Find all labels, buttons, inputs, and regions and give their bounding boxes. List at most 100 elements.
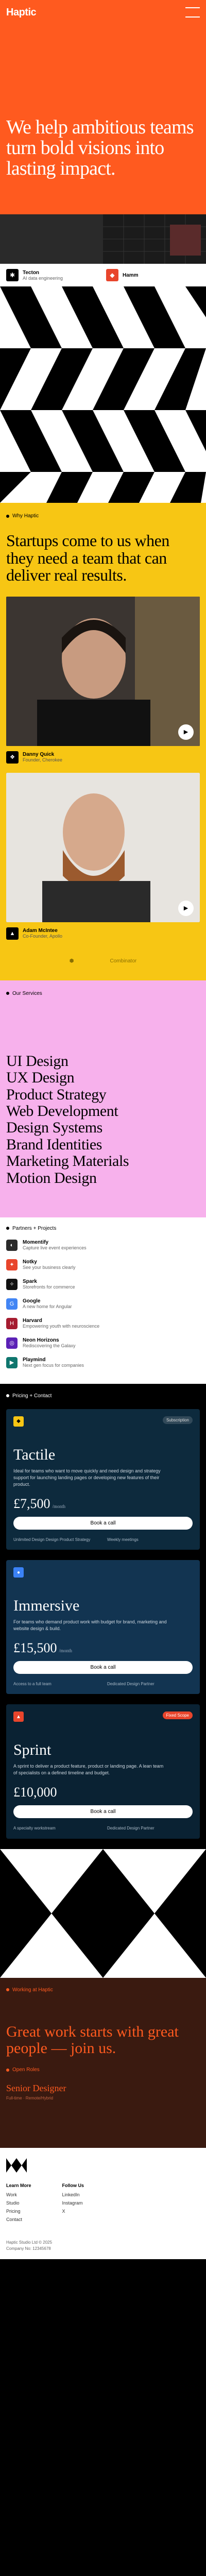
service-item: Product Strategy	[6, 1086, 107, 1103]
playmind-icon: ▶	[6, 1357, 18, 1368]
legal-line: Haptic Studio Ltd © 2025	[6, 2240, 53, 2245]
play-icon[interactable]: ▶	[178, 724, 194, 740]
partner-desc: Empowering youth with neuroscience	[23, 1324, 100, 1329]
book-call-button[interactable]: Book a call	[13, 1516, 193, 1530]
client-sub: AI data engineering	[23, 275, 63, 281]
partner-item[interactable]: ◎ Neon Horizons Rediscovering the Galaxy	[6, 1337, 200, 1349]
footer-col-title: Follow Us	[62, 2182, 84, 2188]
spark-icon: ✧	[6, 1278, 18, 1290]
testimonial-video[interactable]: ▶	[6, 596, 200, 746]
apollo-icon: ▲	[6, 927, 19, 940]
footer-columns: Learn More Work Studio Pricing Contact F…	[6, 2183, 200, 2225]
service-item: Motion Design	[6, 1169, 97, 1187]
hamm-icon: ◆	[106, 269, 118, 281]
footer-link[interactable]: Contact	[6, 2217, 31, 2222]
testimonial-person: ❖ Danny Quick Founder, Cherokee	[6, 746, 200, 773]
tecton-icon: ✱	[6, 269, 19, 281]
plan-feature: A specialty workstream	[13, 1826, 56, 1831]
person-role: Co-Founder, Apollo	[23, 934, 63, 939]
testimonial-video[interactable]: ▶	[6, 772, 200, 922]
section-tag: Working at Haptic	[6, 1987, 200, 1993]
plan-pill: Subscription	[162, 1416, 193, 1424]
menu-icon[interactable]	[185, 7, 200, 18]
partner-item[interactable]: ▶ Playmind Next gen focus for companies	[6, 1357, 200, 1368]
logo[interactable]: Haptic	[6, 7, 37, 19]
partner-item[interactable]: ◐ Momentify Capture live event experience…	[6, 1239, 200, 1251]
plan-price: £10,000	[13, 1785, 57, 1800]
client-card[interactable]: ◆ Hamm	[106, 269, 200, 281]
footer-link[interactable]: Studio	[6, 2200, 31, 2206]
dot-icon	[6, 992, 9, 995]
partner-item[interactable]: ✧ Spark Storefronts for commerce	[6, 1278, 200, 1290]
plan-name: Sprint	[13, 1741, 52, 1759]
partner-name: Momentify	[23, 1240, 48, 1246]
testimonial-person: ▲ Adam McIntee Co-Founder, Apollo	[6, 922, 200, 949]
footer-col-follow: Follow Us LinkedIn Instagram X	[62, 2183, 84, 2225]
hero-image-grid	[103, 214, 206, 264]
footer-logo[interactable]	[6, 2158, 200, 2173]
top-nav: Haptic	[0, 0, 206, 25]
legal-text: Haptic Studio Ltd © 2025 Company No: 123…	[6, 2240, 200, 2252]
x-pattern-icon	[0, 1849, 206, 1978]
person-name: Adam McIntee	[23, 928, 58, 934]
footer-link[interactable]: Instagram	[62, 2200, 84, 2206]
decorative-pattern	[0, 1849, 206, 1978]
service-item: Marketing Materials	[6, 1153, 129, 1170]
play-icon[interactable]: ▶	[178, 900, 194, 916]
person-photo-icon	[6, 772, 200, 922]
person-photo-icon	[6, 596, 200, 746]
open-roles-label: Open Roles	[6, 2067, 200, 2073]
footer-link[interactable]: LinkedIn	[62, 2192, 84, 2197]
partner-desc: Storefronts for commerce	[23, 1284, 75, 1290]
plan-desc: For teams who demand product work with b…	[13, 1619, 167, 1632]
partner-item[interactable]: G Google A new home for Angular	[6, 1298, 200, 1310]
footer: Learn More Work Studio Pricing Contact F…	[0, 2147, 206, 2259]
section-tag: Our Services	[6, 991, 200, 996]
services-list: UI Design UX Design Product Strategy Web…	[6, 1053, 200, 1187]
hero-image-dark	[0, 214, 103, 264]
careers-section: Working at Haptic Great work starts with…	[0, 1977, 206, 2148]
harvard-icon: H	[6, 1317, 18, 1329]
partner-desc: Next gen focus for companies	[23, 1363, 84, 1368]
careers-headline: Great work starts with great people — jo…	[6, 2023, 179, 2057]
section-tag-label: Partners + Projects	[12, 1225, 57, 1231]
partners-section: Partners + Projects ◐ Momentify Capture l…	[0, 1217, 206, 1384]
backers-row: ⬢ Combinator	[6, 949, 200, 968]
why-section: Why Haptic Startups come to us when they…	[0, 503, 206, 980]
partner-name: Spark	[23, 1279, 37, 1285]
person-name: Danny Quick	[23, 752, 55, 758]
section-tag-label: Our Services	[12, 990, 42, 996]
plan-desc: A sprint to deliver a product feature, p…	[13, 1764, 164, 1776]
partner-name: Harvard	[23, 1318, 42, 1324]
footer-link[interactable]: X	[62, 2209, 84, 2214]
footer-col-learn: Learn More Work Studio Pricing Contact	[6, 2183, 31, 2225]
service-item: Brand Identities	[6, 1136, 102, 1153]
partner-name: Neon Horizons	[23, 1337, 59, 1344]
plan-feature: Dedicated Design Partner	[107, 1826, 154, 1831]
footer-link[interactable]: Work	[6, 2192, 31, 2197]
plan-features: A specialty workstream Dedicated Design …	[13, 1825, 193, 1831]
momentify-icon: ◐	[6, 1239, 18, 1251]
partner-desc: Capture live event experiences	[23, 1245, 87, 1251]
partner-name: Playmind	[23, 1357, 46, 1363]
book-call-button[interactable]: Book a call	[13, 1661, 193, 1674]
footer-link[interactable]: Pricing	[6, 2209, 31, 2214]
book-call-button[interactable]: Book a call	[13, 1805, 193, 1819]
partner-item[interactable]: H Harvard Empowering youth with neuroscie…	[6, 1317, 200, 1329]
pricing-section: Pricing + Contact ◆ Subscription Tactile…	[0, 1383, 206, 1849]
dot-icon	[6, 514, 9, 518]
notky-icon: ✦	[6, 1259, 18, 1270]
plan-name: Tactile	[13, 1446, 56, 1463]
hero-headline: We help ambitious teams turn bold vision…	[6, 116, 194, 179]
partner-item[interactable]: ✦ Notky See your business clearly	[6, 1259, 200, 1270]
client-card[interactable]: ✱ Tecton AI data engineering	[6, 269, 100, 281]
google-icon: G	[6, 1298, 18, 1310]
legal-line: Company No: 12345678	[6, 2246, 51, 2251]
neon-horizons-icon: ◎	[6, 1337, 18, 1349]
role-title[interactable]: Senior Designer	[6, 2083, 200, 2094]
dot-icon	[6, 2068, 9, 2072]
decorative-pattern	[0, 286, 206, 503]
sprint-icon: ▲	[13, 1711, 24, 1722]
services-section: Our Services UI Design UX Design Product…	[0, 980, 206, 1217]
plan-pill: Fixed Scope	[162, 1711, 193, 1720]
